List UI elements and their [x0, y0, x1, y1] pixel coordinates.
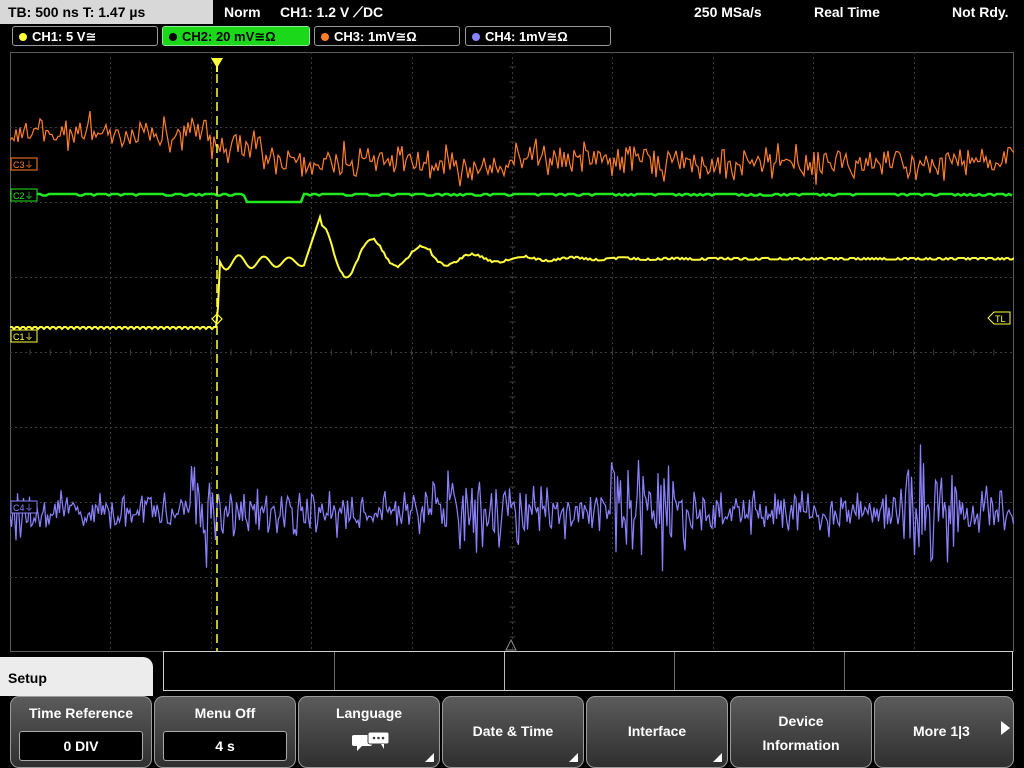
ch3-label: CH3: 1mV≅Ω: [334, 29, 417, 44]
waveform-display[interactable]: C3⏚ C2⏚ C1⏚ C4⏚ TL: [10, 52, 1014, 652]
more-label: More 1|3: [913, 723, 970, 739]
ch2-color-icon: [169, 33, 177, 41]
date-time-label: Date & Time: [472, 723, 554, 739]
interface-button[interactable]: Interface: [586, 696, 728, 768]
speech-bubbles-icon: [352, 731, 390, 751]
svg-text:C3⏚: C3⏚: [13, 160, 34, 170]
status-bar: TB: 500 ns T: 1.47 µs Norm CH1: 1.2 V ⟋D…: [0, 0, 1024, 24]
sample-rate-readout: 250 MSa/s: [694, 4, 762, 20]
language-button[interactable]: Language: [298, 696, 440, 768]
svg-text:C2⏚: C2⏚: [13, 191, 34, 201]
channel-tab-row: CH1: 5 V≅ CH2: 20 mV≅Ω CH3: 1mV≅Ω CH4: 1…: [0, 26, 1024, 50]
language-label: Language: [335, 705, 403, 721]
trigger-source-readout[interactable]: CH1: 1.2 V ⟋DC: [280, 0, 383, 24]
timebase-readout[interactable]: TB: 500 ns T: 1.47 µs: [0, 0, 213, 24]
ch1-color-icon: [19, 33, 27, 41]
ch2-label: CH2: 20 mV≅Ω: [182, 29, 276, 44]
svg-text:TL: TL: [995, 314, 1006, 324]
next-page-icon: [1001, 721, 1010, 735]
menu-off-label: Menu Off: [194, 705, 256, 721]
submenu-indicator-icon: [425, 753, 434, 762]
device-information-label: Device: [778, 713, 824, 729]
ch2-ground-marker[interactable]: C2⏚: [10, 188, 38, 202]
interface-label: Interface: [627, 723, 687, 739]
submenu-indicator-icon: [569, 753, 578, 762]
softkey-bar: Time Reference 0 DIV Menu Off 4 s Langua…: [0, 696, 1024, 768]
device-information-button[interactable]: Device Information: [730, 696, 872, 768]
tab-ch3[interactable]: CH3: 1mV≅Ω: [314, 26, 460, 46]
ch1-label: CH1: 5 V≅: [32, 29, 97, 44]
tab-ch4[interactable]: CH4: 1mV≅Ω: [465, 26, 611, 46]
ch4-label: CH4: 1mV≅Ω: [485, 29, 568, 44]
ch4-ground-marker[interactable]: C4⏚: [10, 500, 38, 514]
acquisition-status: Not Rdy.: [952, 4, 1009, 20]
submenu-indicator-icon: [713, 753, 722, 762]
svg-text:C1⏚: C1⏚: [13, 332, 34, 342]
ch4-color-icon: [472, 33, 480, 41]
more-button[interactable]: More 1|3: [874, 696, 1014, 768]
menu-off-button[interactable]: Menu Off 4 s: [154, 696, 296, 768]
ch3-ground-marker[interactable]: C3⏚: [10, 157, 38, 171]
acquisition-mode: Real Time: [814, 4, 880, 20]
menu-title: Setup: [0, 657, 153, 697]
tab-ch2[interactable]: CH2: 20 mV≅Ω: [162, 26, 310, 46]
tab-ch1[interactable]: CH1: 5 V≅: [12, 26, 158, 46]
menu-off-value: 4 s: [163, 731, 287, 761]
record-overview-strip[interactable]: [163, 651, 1013, 691]
time-reference-value: 0 DIV: [19, 731, 143, 761]
svg-text:C4⏚: C4⏚: [13, 503, 34, 513]
date-time-button[interactable]: Date & Time: [442, 696, 584, 768]
ch3-color-icon: [321, 33, 329, 41]
trigger-mode[interactable]: Norm: [224, 0, 261, 24]
device-information-label-2: Information: [762, 737, 840, 753]
time-reference-button[interactable]: Time Reference 0 DIV: [10, 696, 152, 768]
time-reference-label: Time Reference: [28, 705, 133, 721]
ch1-ground-marker[interactable]: C1⏚: [10, 329, 38, 343]
